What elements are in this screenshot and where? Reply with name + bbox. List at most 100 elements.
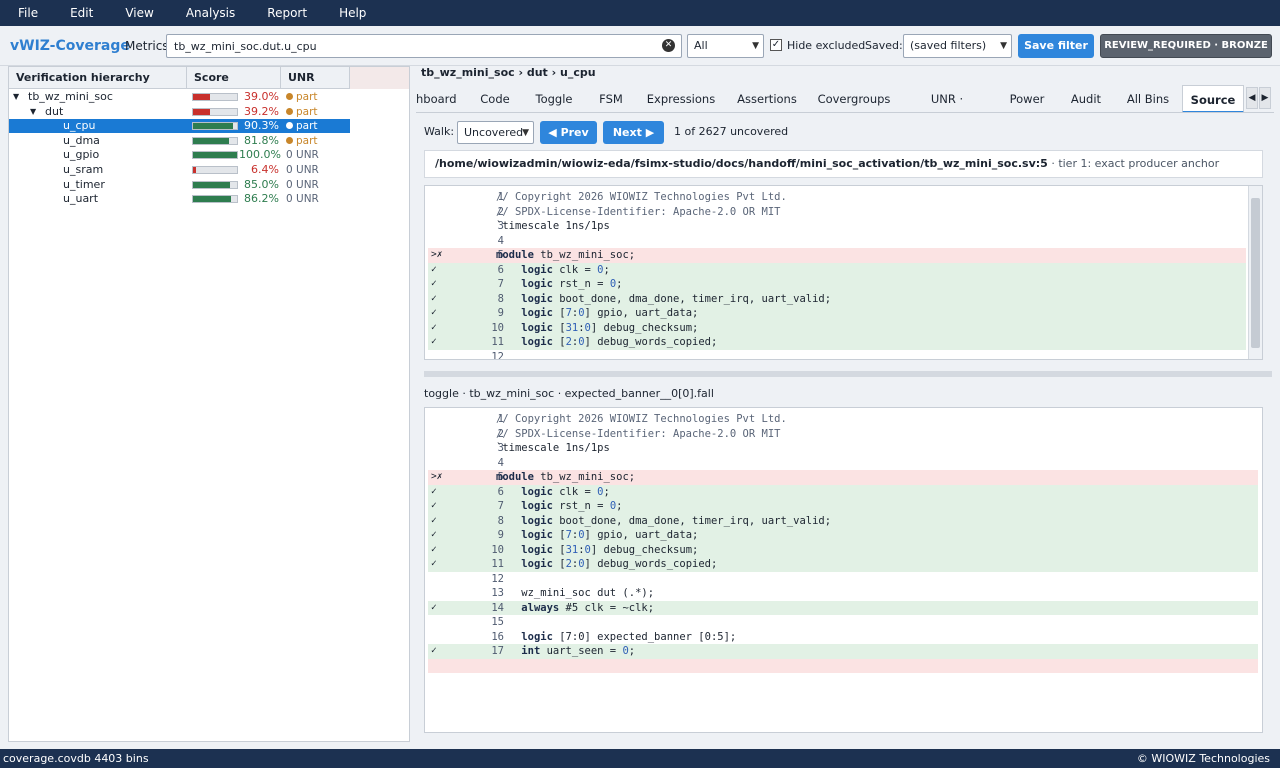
tab-fsm[interactable]: FSM: [594, 85, 628, 112]
code-line[interactable]: ✓ 10 logic [31:0] debug_checksum;: [428, 542, 1258, 557]
expand-toggle-icon[interactable]: ▼: [13, 90, 19, 104]
next-button[interactable]: Next ▶: [603, 121, 664, 144]
walk-mode-select[interactable]: Uncovered ▼: [457, 121, 534, 144]
code-line[interactable]: 12: [428, 572, 1258, 587]
code-line[interactable]: ✓ 8 logic boot_done, dma_done, timer_irq,…: [428, 513, 1258, 528]
tree-row[interactable]: u_timer 85.0% 0 UNR: [9, 178, 350, 192]
menu-edit[interactable]: Edit: [70, 6, 93, 20]
chevron-down-icon: ▼: [752, 41, 759, 51]
code-line[interactable]: 4: [428, 234, 1246, 249]
tab-scroll-right-icon[interactable]: ▶: [1259, 87, 1271, 109]
covered-check-icon: ✓: [431, 543, 437, 555]
covered-check-icon: ✓: [431, 278, 437, 289]
code-line[interactable]: 1// Copyright 2026 WIOWIZ Technologies P…: [428, 190, 1246, 205]
tab-audit[interactable]: Audit: [1068, 85, 1104, 112]
menu-analysis[interactable]: Analysis: [186, 6, 235, 20]
code-token: #5 clk = ~clk;: [559, 601, 655, 614]
col-unr[interactable]: UNR: [281, 67, 350, 89]
code-token: 31: [565, 543, 579, 556]
tab-toggle[interactable]: Toggle: [530, 85, 578, 112]
hide-excluded-checkbox[interactable]: ✓: [770, 39, 782, 51]
tab-source[interactable]: Source: [1182, 85, 1244, 112]
covered-check-icon: ✓: [431, 558, 437, 569]
tree-row[interactable]: u_uart 86.2% 0 UNR: [9, 192, 350, 206]
code-text: `timescale 1ns/1ps: [496, 219, 610, 234]
code-token: logic: [521, 514, 553, 527]
code-line[interactable]: ✓ 8 logic boot_done, dma_done, timer_irq,…: [428, 291, 1246, 306]
code-line[interactable]: 2// SPDX-License-Identifier: Apache-2.0 …: [428, 205, 1246, 220]
menu-report[interactable]: Report: [267, 6, 307, 20]
code-line[interactable]: ✓ 11 logic [2:0] debug_words_copied;: [428, 557, 1258, 572]
code-line[interactable]: ✓ 6 logic clk = 0;: [428, 262, 1246, 277]
code-line[interactable]: [428, 658, 1258, 673]
code-line[interactable]: ✓ 17 int uart_seen = 0;: [428, 644, 1258, 659]
tab-all-bins[interactable]: All Bins: [1121, 85, 1175, 112]
code-line[interactable]: ✓ 14 always #5 clk = ~clk;: [428, 600, 1258, 615]
score-bar: [192, 195, 238, 204]
code-token: ] debug_words_copied;: [584, 336, 718, 348]
code-line[interactable]: ✓ 11 logic [2:0] debug_words_copied;: [428, 335, 1246, 350]
review-status-badge[interactable]: REVIEW_REQUIRED · BRONZE: [1100, 34, 1272, 58]
upper-source-viewer[interactable]: 1// Copyright 2026 WIOWIZ Technologies P…: [424, 185, 1263, 360]
tree-row[interactable]: ▼ tb_wz_mini_soc 39.0% part: [9, 90, 350, 104]
code-line[interactable]: ✓ 9 logic [7:0] gpio, uart_data;: [428, 528, 1258, 543]
expand-toggle-icon[interactable]: ▼: [30, 105, 36, 119]
unr-text: 0 UNR: [286, 178, 319, 191]
metrics-label: Metrics: [125, 39, 169, 53]
clear-icon[interactable]: ✕: [662, 39, 675, 52]
unr-text: 0 UNR: [286, 193, 319, 206]
code-line[interactable]: 3 `timescale 1ns/1ps: [428, 219, 1246, 234]
tree-row-name: u_cpu: [63, 119, 96, 133]
tab-dashboard[interactable]: hboard: [416, 85, 457, 112]
code-token: // Copyright 2026 WIOWIZ Technologies Pv…: [496, 413, 787, 425]
tree-row[interactable]: u_cpu 90.3% part: [9, 119, 350, 134]
code-token: rst_n =: [552, 500, 610, 512]
scope-select[interactable]: All ▼: [687, 34, 764, 58]
saved-filters-select[interactable]: (saved filters) ▼: [903, 34, 1012, 58]
code-line[interactable]: 16 logic [7:0] expected_banner [0:5];: [428, 630, 1258, 645]
menu-file[interactable]: File: [18, 6, 38, 20]
code-line[interactable]: 15: [428, 615, 1258, 630]
code-line[interactable]: 2// SPDX-License-Identifier: Apache-2.0 …: [428, 427, 1258, 442]
prev-button[interactable]: ◀ Prev: [540, 121, 597, 144]
scope-search-input[interactable]: [167, 35, 647, 57]
tab-unr-closure[interactable]: UNR · Closure: [909, 85, 985, 112]
upper-scrollbar[interactable]: [1248, 186, 1262, 359]
code-line[interactable]: 1// Copyright 2026 WIOWIZ Technologies P…: [428, 412, 1258, 427]
code-line[interactable]: ✓ 9 logic [7:0] gpio, uart_data;: [428, 306, 1246, 321]
tab-code[interactable]: Code: [470, 85, 520, 112]
code-line[interactable]: ✓ 7 logic rst_n = 0;: [428, 277, 1246, 292]
code-token: logic: [521, 630, 553, 643]
tab-power[interactable]: Power: [1003, 85, 1051, 112]
code-line[interactable]: ✓ 10 logic [31:0] debug_checksum;: [428, 320, 1246, 335]
save-filter-button[interactable]: Save filter: [1018, 34, 1094, 58]
code-line[interactable]: ✓ 6 logic clk = 0;: [428, 484, 1258, 499]
code-text: logic [7:0] expected_banner [0:5];: [496, 630, 736, 645]
tab-expressions[interactable]: Expressions: [645, 85, 717, 112]
tree-row[interactable]: u_dma 81.8% part: [9, 134, 350, 148]
upper-scrollbar-thumb[interactable]: [1251, 198, 1260, 348]
code-line[interactable]: ✓ 7 logic rst_n = 0;: [428, 499, 1258, 514]
source-file-path[interactable]: /home/wiowizadmin/wiowiz-eda/fsimx-studi…: [435, 157, 1048, 170]
menu-view[interactable]: View: [125, 6, 153, 20]
score-bar: [192, 166, 238, 174]
tab-scroll-left-icon[interactable]: ◀: [1246, 87, 1258, 109]
code-token: logic: [521, 307, 553, 319]
tree-row[interactable]: u_sram 6.4% 0 UNR: [9, 163, 350, 177]
code-line[interactable]: 13 wz_mini_soc dut (.*);: [428, 586, 1258, 601]
col-hierarchy[interactable]: Verification hierarchy: [9, 67, 187, 89]
tree-row[interactable]: ▼ dut 39.2% part: [9, 105, 350, 119]
pane-splitter[interactable]: [424, 371, 1272, 377]
tab-assertions[interactable]: Assertions: [736, 85, 798, 112]
lower-source-viewer[interactable]: 1// Copyright 2026 WIOWIZ Technologies P…: [424, 407, 1263, 733]
code-line[interactable]: 3 `timescale 1ns/1ps: [428, 441, 1258, 456]
menu-help[interactable]: Help: [339, 6, 366, 20]
code-line[interactable]: 4: [428, 456, 1258, 471]
tree-row[interactable]: u_gpio 100.0% 0 UNR: [9, 148, 350, 162]
code-line[interactable]: 12: [428, 350, 1246, 360]
code-line[interactable]: >✗ 5 module tb_wz_mini_soc;: [428, 470, 1258, 485]
code-line[interactable]: >✗ 5 module tb_wz_mini_soc;: [428, 248, 1246, 263]
col-score[interactable]: Score: [187, 67, 281, 89]
tab-covergroups[interactable]: Covergroups: [817, 85, 891, 112]
unr-text: 0 UNR: [286, 164, 319, 176]
